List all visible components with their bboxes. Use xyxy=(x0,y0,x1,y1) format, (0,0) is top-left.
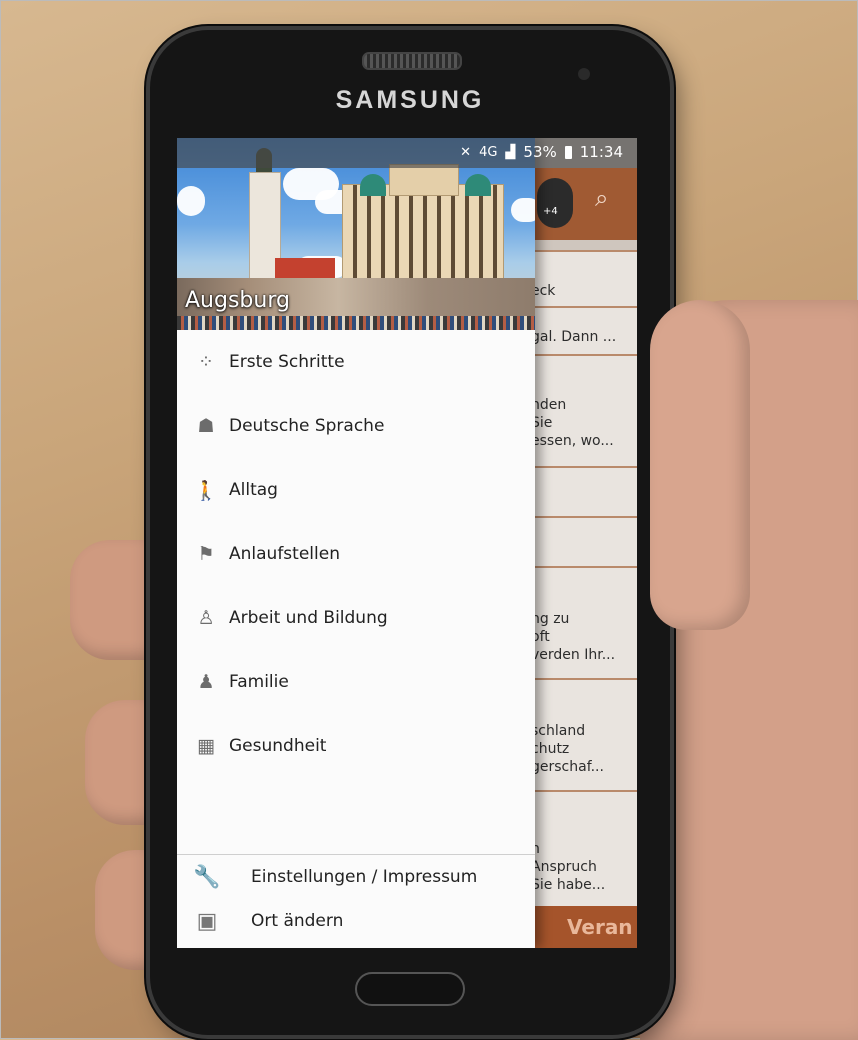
menu-item-label: Familie xyxy=(229,672,289,692)
list-item[interactable] xyxy=(527,516,637,566)
town-hall-gable xyxy=(389,164,459,196)
menu-item-arbeit-und-bildung[interactable]: ♙ Arbeit und Bildung xyxy=(177,586,535,650)
phone-screen: +4 ⌕ eck gal. Dann ... nden Sie essen, w… xyxy=(177,138,637,948)
list-item[interactable] xyxy=(527,466,637,516)
clock: 11:34 xyxy=(579,143,623,161)
list-item[interactable]: gal. Dann ... xyxy=(527,306,637,354)
battery-percent: 53% xyxy=(523,143,557,161)
list-item[interactable]: n Anspruch Sie habe... xyxy=(527,790,637,906)
menu-item-deutsche-sprache[interactable]: ☗ Deutsche Sprache xyxy=(177,394,535,458)
change-location-label: Ort ändern xyxy=(251,911,344,931)
menu-item-gesundheit[interactable]: ▦ Gesundheit xyxy=(177,714,535,778)
family-icon: ♟ xyxy=(197,671,215,693)
menu-item-erste-schritte[interactable]: ⁘ Erste Schritte xyxy=(177,330,535,394)
list-item[interactable]: nden Sie essen, wo... xyxy=(527,354,637,466)
battery-icon xyxy=(564,145,572,159)
classroom-icon: ☗ xyxy=(197,415,215,437)
wrench-icon: 🔧 xyxy=(193,864,221,890)
mute-icon: ✕ xyxy=(460,144,472,160)
cloud xyxy=(511,198,535,222)
list-item[interactable]: ng zu oft verden Ihr... xyxy=(527,566,637,678)
drawer-menu: ⁘ Erste Schritte ☗ Deutsche Sprache 🚶 Al… xyxy=(177,330,535,778)
status-bar: ✕ 4G ▟ 53% 11:34 xyxy=(177,138,637,168)
change-location-item[interactable]: ▣ Ort ändern xyxy=(177,899,535,943)
hand-thumb xyxy=(650,300,750,630)
menu-item-anlaufstellen[interactable]: ⚑ Anlaufstellen xyxy=(177,522,535,586)
drawer-footer: 🔧 Einstellungen / Impressum ▣ Ort ändern xyxy=(177,854,535,943)
tower-dome xyxy=(465,174,491,196)
menu-item-familie[interactable]: ♟ Familie xyxy=(177,650,535,714)
list-item[interactable]: schland chutz gerschaf... xyxy=(527,678,637,790)
tower-dome xyxy=(360,174,386,196)
navigation-drawer: Augsburg ✕ 4G ▟ 53% 11:34 ⁘ Erste Schrit… xyxy=(177,138,637,948)
menu-item-label: Gesundheit xyxy=(229,736,327,756)
signal-icon: ▟ xyxy=(505,144,516,160)
cloud xyxy=(177,186,205,216)
language-avatar[interactable]: +4 xyxy=(537,178,573,228)
menu-item-label: Alltag xyxy=(229,480,278,500)
settings-item[interactable]: 🔧 Einstellungen / Impressum xyxy=(177,855,535,899)
settings-label: Einstellungen / Impressum xyxy=(251,867,478,887)
home-button[interactable] xyxy=(355,972,465,1006)
hospital-icon: ▦ xyxy=(197,735,215,757)
status-icons: ✕ 4G ▟ 53% 11:34 xyxy=(460,143,623,161)
events-button[interactable]: Veran xyxy=(527,906,637,948)
list-item[interactable]: eck xyxy=(527,250,637,306)
menu-item-label: Anlaufstellen xyxy=(229,544,340,564)
menu-item-alltag[interactable]: 🚶 Alltag xyxy=(177,458,535,522)
network-type-icon: 4G xyxy=(479,144,498,160)
menu-item-label: Deutsche Sprache xyxy=(229,416,385,436)
crowd xyxy=(177,316,535,330)
city-title: Augsburg xyxy=(185,288,290,313)
walking-person-icon: 🚶 xyxy=(194,479,218,502)
phone-brand: SAMSUNG xyxy=(335,86,485,114)
footsteps-icon: ⁘ xyxy=(198,351,214,373)
map-icon: ▣ xyxy=(196,908,218,934)
avatar-badge: +4 xyxy=(543,206,558,217)
signpost-icon: ⚑ xyxy=(197,543,215,565)
worker-icon: ♙ xyxy=(197,607,215,629)
earpiece-speaker xyxy=(362,52,462,70)
menu-item-label: Erste Schritte xyxy=(229,352,345,372)
menu-item-label: Arbeit und Bildung xyxy=(229,608,388,628)
search-icon[interactable]: ⌕ xyxy=(595,184,608,212)
front-camera xyxy=(578,68,590,80)
